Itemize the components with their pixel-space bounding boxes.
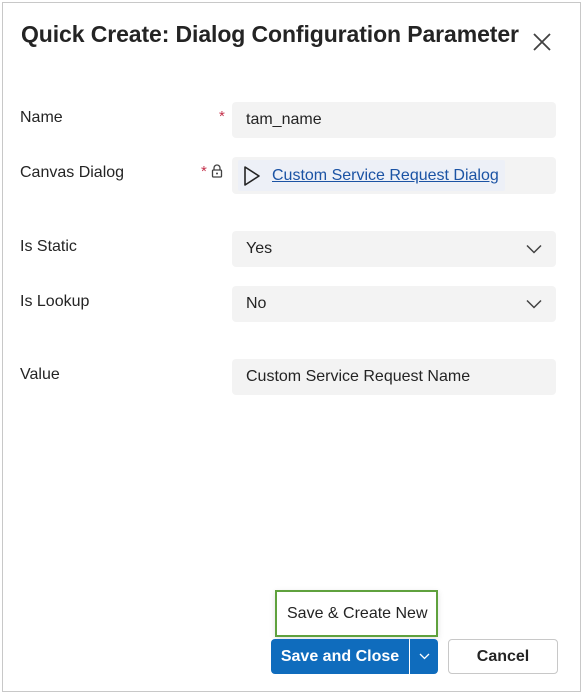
value-text: Custom Service Request Name bbox=[246, 368, 471, 385]
is-lookup-label: Is Lookup bbox=[20, 293, 90, 310]
save-create-new-label: Save & Create New bbox=[287, 604, 428, 622]
quick-create-dialog: Quick Create: Dialog Configuration Param… bbox=[2, 2, 581, 692]
close-icon bbox=[533, 33, 551, 51]
save-and-close-label: Save and Close bbox=[280, 647, 400, 665]
close-button[interactable] bbox=[530, 30, 554, 54]
is-static-select[interactable]: Yes bbox=[232, 231, 556, 267]
canvas-dialog-lookup[interactable]: Custom Service Request Dialog bbox=[232, 157, 556, 194]
canvas-dialog-required-mark: * bbox=[201, 163, 207, 180]
play-icon bbox=[244, 165, 260, 186]
lock-icon bbox=[211, 164, 223, 178]
canvas-dialog-label: Canvas Dialog bbox=[20, 164, 125, 181]
chevron-down-icon bbox=[419, 653, 429, 660]
is-static-label: Is Static bbox=[20, 238, 77, 255]
name-input[interactable]: tam_name bbox=[232, 102, 556, 138]
chevron-down-icon bbox=[526, 244, 542, 254]
dialog-title: Quick Create: Dialog Configuration Param… bbox=[21, 21, 519, 47]
save-and-close-button[interactable]: Save and Close bbox=[271, 639, 409, 674]
name-value: tam_name bbox=[246, 111, 322, 128]
value-input[interactable]: Custom Service Request Name bbox=[232, 359, 556, 395]
chevron-down-icon bbox=[526, 299, 542, 309]
is-lookup-value: No bbox=[246, 295, 267, 312]
name-required-mark: * bbox=[219, 108, 225, 125]
cancel-label: Cancel bbox=[476, 647, 530, 665]
is-lookup-select[interactable]: No bbox=[232, 286, 556, 322]
save-options-dropdown-button[interactable] bbox=[410, 639, 438, 674]
value-label: Value bbox=[20, 366, 60, 383]
save-create-new-menu-item[interactable]: Save & Create New bbox=[275, 590, 438, 637]
is-static-value: Yes bbox=[246, 240, 273, 257]
canvas-dialog-link[interactable]: Custom Service Request Dialog bbox=[238, 160, 505, 191]
name-label: Name bbox=[20, 109, 63, 126]
canvas-dialog-link-text: Custom Service Request Dialog bbox=[272, 166, 499, 184]
cancel-button[interactable]: Cancel bbox=[448, 639, 558, 674]
